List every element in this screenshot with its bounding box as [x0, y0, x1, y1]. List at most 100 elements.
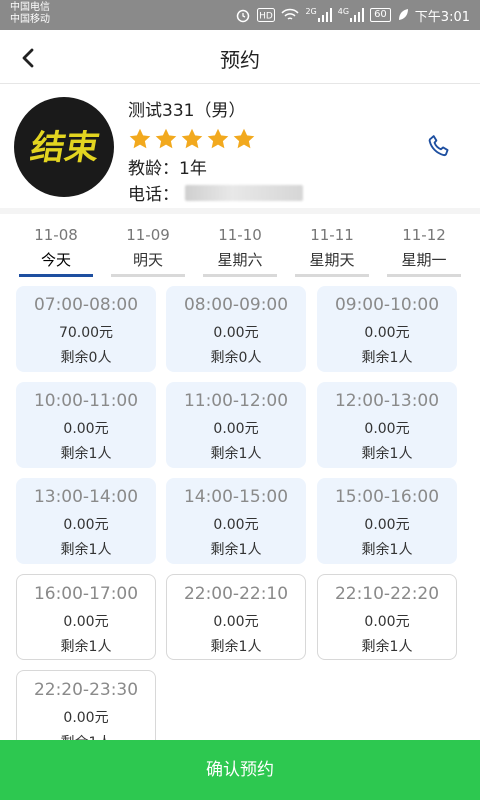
- tab-date: 11-11: [310, 226, 354, 244]
- slot-time: 14:00-15:00: [183, 487, 289, 507]
- header-bar: 预约: [0, 30, 480, 84]
- page-title: 预约: [220, 48, 260, 72]
- slot-remaining: 剩余1人: [60, 542, 112, 558]
- slot-time: 13:00-14:00: [33, 487, 139, 507]
- time-slot[interactable]: 15:00-16:00 0.00元剩余1人: [317, 478, 457, 564]
- coach-experience: 教龄：1年: [128, 159, 207, 179]
- time-slot[interactable]: 22:20-23:30 0.00元剩余1人: [16, 670, 156, 740]
- clock-time: 下午3:01: [414, 9, 470, 25]
- carrier-1: 中国电信: [10, 2, 50, 13]
- slot-remaining: 剩余0人: [60, 350, 112, 366]
- tab-day: 今天: [40, 251, 71, 269]
- tab-day: 星期一: [401, 251, 447, 269]
- coach-name: 测试331（男）: [128, 101, 246, 121]
- tab-underline: [19, 274, 93, 277]
- tab-date: 11-12: [402, 226, 446, 244]
- confirm-booking-button[interactable]: 确认预约: [0, 740, 480, 800]
- slot-price: 70.00元: [58, 325, 114, 341]
- slot-remaining: 剩余1人: [361, 542, 413, 558]
- tab-day: 星期天: [309, 251, 355, 269]
- slot-price: 0.00元: [63, 517, 109, 533]
- avatar-logo-image: 结束: [27, 128, 103, 168]
- slot-price: 0.00元: [63, 421, 109, 437]
- tab-underline: [295, 274, 369, 277]
- signal-icon-2: 4G: [337, 7, 365, 22]
- slot-remaining: 剩余0人: [210, 350, 262, 366]
- battery-icon: 60: [370, 8, 391, 22]
- star-icon: [155, 128, 177, 149]
- phone-icon: [428, 135, 449, 157]
- slot-price: 0.00元: [63, 614, 109, 630]
- leaf-icon: [397, 8, 409, 22]
- tab-date: 11-10: [218, 226, 262, 244]
- slot-price: 0.00元: [364, 614, 410, 630]
- slot-price: 0.00元: [364, 517, 410, 533]
- alarm-icon: [235, 7, 251, 23]
- time-slot[interactable]: 10:00-11:00 0.00元剩余1人: [16, 382, 156, 468]
- signal-2-type: 4G: [337, 7, 350, 16]
- slot-price: 0.00元: [63, 710, 109, 726]
- slot-price: 0.00元: [213, 614, 259, 630]
- slot-time: 22:20-23:30: [33, 680, 139, 700]
- coach-card: 结束 测试331（男） 教龄：1年 电话：: [0, 86, 480, 208]
- slot-remaining: 剩余1人: [210, 639, 262, 655]
- star-icon: [129, 128, 151, 149]
- time-slot[interactable]: 13:00-14:00 0.00元剩余1人: [16, 478, 156, 564]
- slot-price: 0.00元: [213, 325, 259, 341]
- svg-text:结束: 结束: [27, 128, 103, 168]
- date-tab[interactable]: 11-11 星期天: [292, 222, 372, 278]
- time-slot[interactable]: 11:00-12:00 0.00元 剩余1人: [166, 382, 306, 468]
- phone-number-redacted: [185, 184, 303, 201]
- slot-time: 12:00-13:00: [334, 391, 440, 411]
- time-slot[interactable]: 16:00-17:00 0.00元剩余1人: [16, 574, 156, 660]
- phone-label: 电话：: [128, 185, 179, 205]
- hd-icon: HD: [257, 8, 276, 22]
- tab-underline: [111, 274, 185, 277]
- svg-text:HD: HD: [260, 12, 274, 22]
- coach-phone: 电话：: [128, 180, 303, 205]
- date-tab[interactable]: 11-12 星期一: [384, 222, 464, 278]
- slot-remaining: 剩余1人: [210, 446, 262, 462]
- status-bar: 中国电信 中国移动 HD 2G 4G 60 下午3:01: [0, 0, 480, 30]
- slot-time: 16:00-17:00: [33, 584, 139, 604]
- rating-stars: [128, 127, 256, 151]
- date-tabs: 11-08 今天 11-09 明天 11-10 星期六 11-11 星期天 11-12 星期一: [0, 214, 480, 282]
- tab-day: 明天: [132, 251, 163, 269]
- date-tab[interactable]: 11-10 星期六: [200, 222, 280, 278]
- slot-remaining: 剩余1人: [210, 542, 262, 558]
- carrier-info: 中国电信 中国移动: [10, 2, 50, 26]
- time-slot-grid: 07:00-08:00 70.00元 剩余0人 08:00-09:00 0.00元 剩余0…: [0, 284, 480, 740]
- slot-price: 0.00元: [364, 421, 410, 437]
- slot-price: 0.00元: [364, 325, 410, 341]
- slot-time: 10:00-11:00: [33, 391, 139, 411]
- wifi-icon: [281, 8, 300, 22]
- status-icons: HD 2G 4G 60 下午3:01: [235, 6, 470, 25]
- time-slot[interactable]: 07:00-08:00 70.00元 剩余0人: [16, 286, 156, 372]
- date-tab[interactable]: 11-09 明天: [108, 222, 188, 278]
- tab-day: 星期六: [217, 251, 263, 269]
- star-icon: [181, 128, 203, 149]
- time-slot[interactable]: 22:10-22:20 0.00元 剩余1人: [317, 574, 457, 660]
- slot-remaining: 剩余1人: [17, 732, 155, 740]
- slot-time: 15:00-16:00: [334, 487, 440, 507]
- slot-remaining: 剩余1人: [60, 639, 112, 655]
- star-icon: [233, 128, 255, 149]
- date-tab[interactable]: 11-08 今天: [16, 222, 96, 278]
- slot-time: 22:00-22:10: [183, 584, 289, 604]
- star-icon: [207, 128, 229, 149]
- time-slot[interactable]: 09:00-10:00 0.00元 剩余1人: [317, 286, 457, 372]
- slot-remaining: 剩余1人: [60, 446, 112, 462]
- slot-time: 08:00-09:00: [183, 295, 289, 315]
- app-screen: 中国电信 中国移动 HD 2G 4G 60 下午3:01 预约 结束 测试331…: [0, 0, 480, 800]
- signal-icon-1: 2G: [305, 8, 332, 22]
- slot-remaining: 剩余1人: [361, 446, 413, 462]
- slot-time: 11:00-12:00: [183, 391, 289, 411]
- slot-time: 22:10-22:20: [334, 584, 440, 604]
- time-slot[interactable]: 22:00-22:10 0.00元剩余1人: [166, 574, 306, 660]
- time-slot[interactable]: 14:00-15:00 0.00元 剩余1人: [166, 478, 306, 564]
- tab-date: 11-08: [34, 226, 78, 244]
- call-button[interactable]: [426, 132, 454, 160]
- tab-date: 11-09: [126, 226, 170, 244]
- time-slot[interactable]: 12:00-13:00 0.00元剩余1人: [317, 382, 457, 468]
- time-slot[interactable]: 08:00-09:00 0.00元剩余0人: [166, 286, 306, 372]
